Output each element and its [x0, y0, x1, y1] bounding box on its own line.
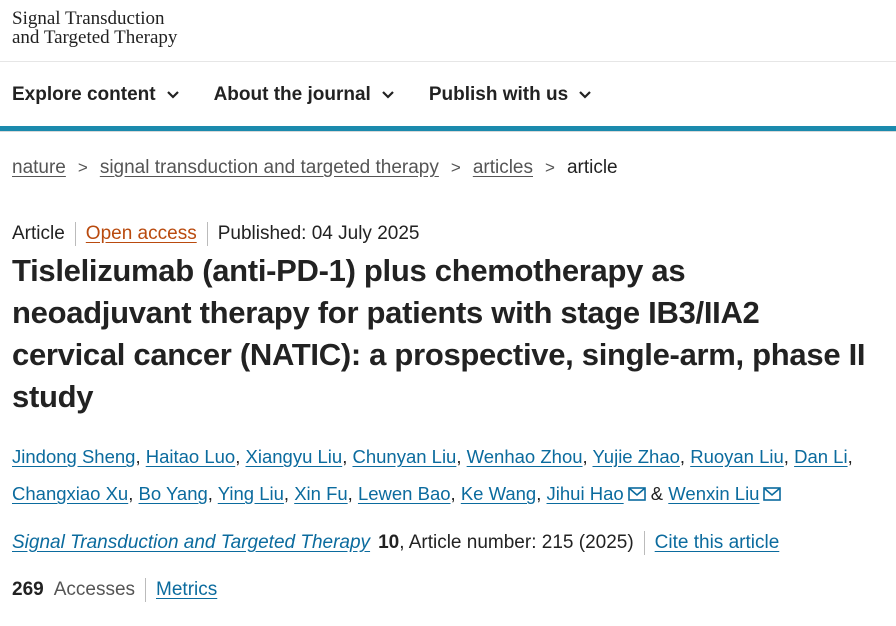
author-link[interactable]: Xin Fu	[294, 483, 347, 504]
author-link[interactable]: Jihui Hao	[547, 483, 624, 504]
author-separator: ,	[582, 446, 593, 467]
journal-logo-line2: and Targeted Therapy	[12, 27, 178, 48]
volume-number: 10	[378, 532, 400, 553]
author-link[interactable]: Jindong Sheng	[12, 446, 135, 467]
accesses-count: 269	[12, 579, 44, 600]
meta-divider	[206, 222, 208, 246]
author-separator: ,	[456, 446, 467, 467]
article-type: Article	[12, 223, 65, 244]
email-icon[interactable]	[763, 487, 782, 501]
author-link[interactable]: Wenxin Liu	[668, 483, 759, 504]
breadcrumb-current: article	[566, 157, 618, 178]
author-separator: ,	[450, 483, 461, 504]
published-date: Published: 04 July 2025	[217, 223, 420, 244]
author-link[interactable]: Haitao Luo	[146, 446, 235, 467]
nav-about-journal[interactable]: About the journal	[214, 84, 395, 106]
nav-about-journal-label: About the journal	[213, 84, 371, 105]
article-title: Tislelizumab (anti-PD-1) plus chemothera…	[12, 253, 866, 414]
nav-explore-content-label: Explore content	[12, 84, 156, 105]
author-link[interactable]: Chunyan Liu	[352, 446, 456, 467]
breadcrumb-journal[interactable]: signal transduction and targeted therapy	[100, 157, 439, 179]
author-separator: ,	[679, 446, 691, 467]
meta-divider	[74, 222, 76, 246]
author-separator: ,	[536, 483, 547, 504]
author-link[interactable]: Changxiao Xu	[12, 483, 128, 504]
nav-publish-with-us-label: Publish with us	[428, 84, 569, 105]
breadcrumb-articles[interactable]: articles	[473, 157, 533, 179]
author-link[interactable]: Xiangyu Liu	[246, 446, 343, 467]
metrics-row: 269 Accesses Metrics	[12, 578, 217, 602]
accesses-label: Accesses	[53, 579, 136, 600]
article-meta: Article Open access Published: 04 July 2…	[12, 222, 419, 246]
journal-logo-line1: Signal Transduction	[12, 8, 165, 29]
author-link[interactable]: Wenhao Zhou	[467, 446, 583, 467]
author-link[interactable]: Lewen Bao	[358, 483, 451, 504]
open-access-link[interactable]: Open access	[86, 223, 197, 245]
metrics-divider	[145, 578, 147, 602]
author-separator: ,	[207, 483, 218, 504]
author-ampersand: &	[645, 483, 669, 504]
journal-logo[interactable]: Signal Transduction and Targeted Therapy	[12, 9, 177, 47]
breadcrumb-nature[interactable]: nature	[12, 157, 66, 179]
author-link[interactable]: Ying Liu	[218, 483, 284, 504]
author-link[interactable]: Yujie Zhao	[592, 446, 679, 467]
article-number: , Article number: 215 (2025)	[399, 532, 634, 553]
chevron-down-icon	[579, 91, 591, 99]
metrics-link[interactable]: Metrics	[156, 579, 217, 601]
cite-this-article-link[interactable]: Cite this article	[655, 532, 780, 554]
breadcrumb-separator: >	[450, 158, 461, 177]
author-link[interactable]: Ke Wang	[461, 483, 536, 504]
author-line: Changxiao Xu, Bo Yang, Ying Liu, Xin Fu,…	[12, 475, 892, 512]
chevron-down-icon	[382, 91, 394, 99]
breadcrumb-separator: >	[545, 158, 555, 177]
chevron-down-icon	[166, 91, 179, 99]
nav-explore-content[interactable]: Explore content	[12, 84, 180, 106]
author-list: Jindong Sheng, Haitao Luo, Xiangyu Liu, …	[12, 438, 892, 512]
breadcrumb-separator: >	[77, 158, 88, 177]
author-separator: ,	[235, 446, 246, 467]
header-divider	[0, 61, 896, 62]
citation-row: Signal Transduction and Targeted Therapy…	[12, 531, 779, 555]
accent-bar-shadow	[0, 131, 896, 132]
author-separator: ,	[847, 446, 853, 467]
author-separator: ,	[283, 483, 295, 504]
author-link[interactable]: Dan Li	[794, 446, 847, 467]
author-separator: ,	[135, 446, 146, 467]
author-link[interactable]: Bo Yang	[139, 483, 208, 504]
citation-divider	[643, 531, 645, 555]
breadcrumb: nature > signal transduction and targete…	[12, 157, 618, 179]
main-nav: Explore content About the journal Publis…	[12, 80, 626, 110]
nav-publish-with-us[interactable]: Publish with us	[429, 84, 592, 106]
author-separator: ,	[347, 483, 358, 504]
email-icon[interactable]	[627, 487, 646, 501]
author-separator: ,	[128, 483, 139, 504]
author-separator: ,	[342, 446, 353, 467]
author-line: Jindong Sheng, Haitao Luo, Xiangyu Liu, …	[12, 438, 892, 475]
journal-title-link[interactable]: Signal Transduction and Targeted Therapy	[12, 532, 370, 554]
author-link[interactable]: Ruoyan Liu	[690, 446, 784, 467]
author-separator: ,	[783, 446, 795, 467]
